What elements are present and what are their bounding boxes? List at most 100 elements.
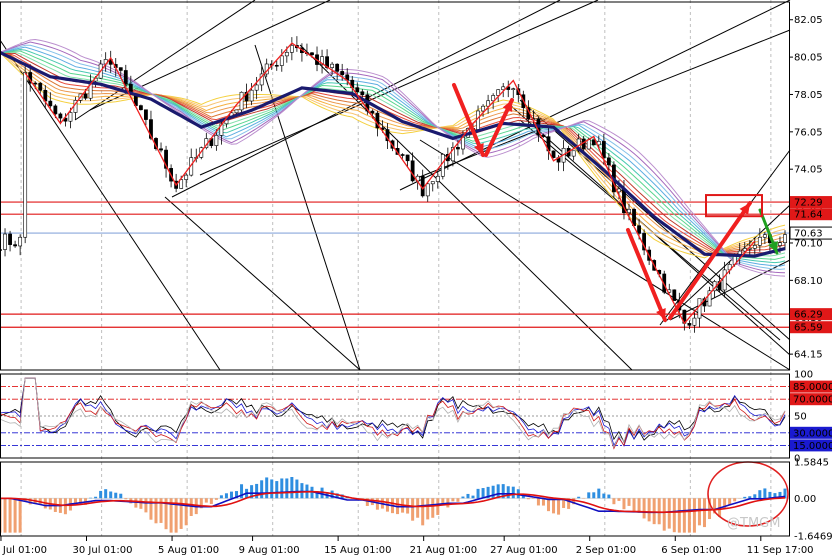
- candle-body: [430, 181, 435, 185]
- candle-body: [33, 82, 38, 85]
- candle-body: [627, 208, 631, 214]
- macd-hist-bar: [557, 498, 561, 515]
- macd-hist-bar: [592, 492, 596, 499]
- macd-hist-bar: [275, 481, 279, 499]
- candle-body: [435, 175, 440, 182]
- macd-hist-bar: [476, 488, 480, 499]
- candle-body: [13, 244, 17, 247]
- macd-hist-bar: [546, 498, 550, 512]
- x-tick-label: 2 Sep 01:00: [576, 545, 636, 556]
- macd-hist-bar: [411, 498, 415, 521]
- rsi-tick-label: 50: [794, 412, 807, 423]
- candle-body: [289, 45, 294, 53]
- candle-body: [586, 139, 591, 150]
- watermark: @TMGM: [727, 516, 780, 531]
- macd-hist-bar: [104, 489, 108, 499]
- candle-body: [23, 72, 28, 238]
- candle-body: [48, 100, 53, 107]
- macd-hist-bar: [536, 498, 540, 506]
- y-tick-label: 70.10: [794, 238, 823, 249]
- x-tick-label: 27 Aug 01:00: [490, 545, 557, 556]
- macd-hist-bar: [642, 498, 646, 519]
- y-tick-label: 76.05: [794, 127, 823, 138]
- y-tick-label: 68.10: [794, 276, 823, 287]
- candle-body: [58, 113, 63, 119]
- candle-body: [752, 245, 757, 249]
- macd-hist-bar: [647, 498, 651, 522]
- candle-body: [405, 154, 410, 162]
- rsi-tick-label: 30.0000: [793, 428, 832, 439]
- y-tick-label: 78.05: [794, 90, 823, 101]
- candle-body: [159, 148, 163, 151]
- x-tick-label: 5 Aug 01:00: [158, 545, 219, 556]
- macd-hist-bar: [94, 496, 98, 499]
- macd-hist-bar: [8, 498, 12, 533]
- candle-body: [355, 87, 360, 93]
- y-tick-label: 64.15: [794, 350, 823, 361]
- x-tick-label: 11 Sep 17:00: [747, 545, 814, 556]
- candle-body: [184, 174, 189, 180]
- candle-body: [606, 157, 611, 166]
- macd-hist-bar: [214, 498, 218, 500]
- macd-hist-bar: [672, 498, 676, 533]
- macd-hist-bar: [139, 498, 143, 509]
- macd-hist-bar: [451, 498, 455, 502]
- candle-body: [687, 323, 692, 326]
- candle-body: [274, 64, 279, 67]
- macd-hist-bar: [607, 494, 611, 499]
- candle-body: [692, 317, 697, 326]
- price-label: 66.29: [794, 310, 823, 321]
- rsi-tick-label: 70.0000: [793, 395, 832, 406]
- candle-body: [18, 236, 23, 247]
- macd-hist-bar: [627, 498, 631, 506]
- macd-hist-bar: [692, 498, 696, 533]
- macd-hist-bar: [285, 478, 289, 499]
- macd-hist-bar: [229, 491, 233, 499]
- price-label: 70.63: [794, 229, 823, 240]
- candle-body: [476, 110, 480, 130]
- macd-hist-bar: [89, 497, 93, 499]
- macd-hist-bar: [733, 498, 737, 502]
- macd-hist-bar: [144, 498, 148, 513]
- rsi-tick-label: 85.0000: [793, 382, 832, 393]
- macd-hist-bar: [511, 486, 515, 499]
- candle-body: [551, 150, 556, 158]
- candle-body: [456, 147, 460, 150]
- candle-body: [370, 110, 375, 114]
- candle-body: [38, 82, 43, 91]
- macd-hist-bar: [753, 494, 757, 499]
- candle-body: [335, 63, 340, 72]
- candle-body: [637, 225, 641, 234]
- x-tick-label: 15 Aug 01:00: [324, 545, 391, 556]
- candle-body: [541, 134, 546, 137]
- macd-tick-label: 0.00: [794, 494, 816, 505]
- y-tick-label: 74.05: [794, 165, 823, 176]
- macd-hist-bar: [114, 492, 118, 499]
- macd-hist-bar: [677, 498, 681, 533]
- candle-body: [778, 242, 782, 246]
- macd-hist-bar: [506, 486, 510, 499]
- macd-hist-bar: [687, 498, 691, 533]
- candle-body: [83, 93, 88, 99]
- candle-body: [722, 269, 727, 291]
- macd-hist-bar: [617, 498, 621, 501]
- y-tick-label: 82.05: [794, 15, 823, 26]
- macd-hist-bar: [13, 498, 17, 533]
- macd-hist-bar: [471, 495, 475, 499]
- macd-hist-bar: [552, 498, 556, 514]
- x-tick-label: 24 Jul 01:00: [0, 545, 47, 556]
- macd-hist-bar: [637, 498, 641, 513]
- macd-hist-bar: [622, 498, 626, 510]
- macd-hist-bar: [697, 498, 701, 526]
- candle-body: [249, 89, 254, 102]
- x-tick-label: 21 Aug 01:00: [410, 545, 477, 556]
- candle-body: [481, 105, 485, 112]
- macd-hist-bar: [260, 480, 264, 499]
- candle-body: [8, 233, 12, 245]
- x-tick-label: 9 Aug 01:00: [239, 545, 300, 556]
- macd-hist-bar: [426, 498, 430, 520]
- macd-hist-bar: [219, 495, 223, 499]
- macd-hist-bar: [466, 493, 470, 499]
- candle-body: [123, 70, 128, 85]
- candle-body: [310, 52, 314, 56]
